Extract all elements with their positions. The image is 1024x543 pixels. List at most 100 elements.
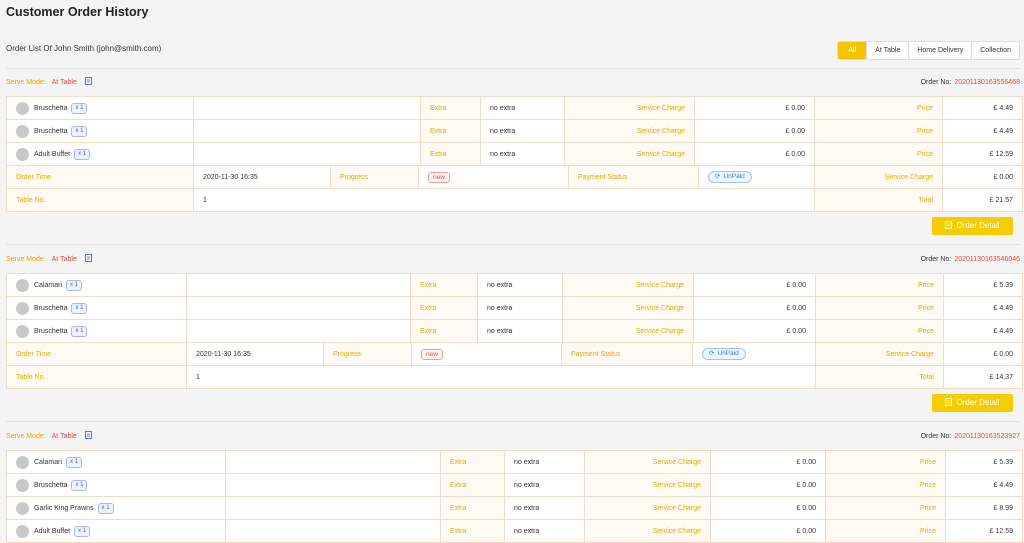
empty-cell (225, 450, 441, 474)
service-charge-total-value: £ 0.00 (943, 342, 1023, 366)
price-label: Price (825, 519, 946, 543)
price-label: Price (825, 496, 946, 520)
price-label: Price (814, 96, 943, 120)
avatar-placeholder-icon (16, 101, 29, 115)
extra-value: no extra (477, 273, 563, 297)
serve-mode-label: Serve Mode: (6, 256, 46, 263)
extra-label: Extra (410, 319, 478, 343)
item-cell: Adult Buffet x 1 (6, 142, 194, 166)
table-row: Bruschetta x 1 Extra no extra Service Cha… (6, 296, 1023, 320)
empty-cell (225, 496, 441, 520)
document-icon (945, 395, 953, 413)
order-number: Order No: 20201130163556468 (921, 76, 1020, 90)
item-name: Bruschetta (34, 481, 68, 489)
item-name: Bruschetta (34, 327, 68, 335)
extra-value: no extra (504, 496, 585, 520)
payment-status-cell: ⟳ UnPaid (698, 165, 815, 189)
order-no-label: Order No: (920, 433, 952, 440)
order-time-value: 2020-11-30 16:35 (186, 342, 324, 366)
avatar-placeholder-icon (16, 478, 29, 492)
quantity-badge: x 1 (71, 479, 88, 491)
extra-label: Extra (420, 119, 481, 143)
item-name: Calamari (34, 458, 63, 466)
service-charge-value: £ 0.00 (694, 119, 815, 143)
item-cell: Garlic King Prawns x 1 (6, 496, 226, 520)
service-charge-value: £ 0.00 (694, 142, 815, 166)
order-header: Serve Mode: At Table Order No: 2020113016… (6, 430, 1020, 444)
avatar-placeholder-icon (16, 324, 29, 338)
order-summary-table: Order Time 2020-11-30 16:35 Progress new… (6, 165, 1023, 212)
empty-cell (186, 296, 411, 320)
total-value: £ 14.37 (943, 365, 1023, 389)
divider (6, 421, 1020, 422)
table-row: Bruschetta x 1 Extra no extra Service Cha… (6, 319, 1023, 343)
table-no-value: 1 (186, 365, 816, 389)
refresh-icon: ⟳ (715, 173, 721, 180)
service-charge-value: £ 0.00 (710, 519, 826, 543)
payment-status-cell: ⟳ UnPaid (692, 342, 816, 366)
table-no-label: Table No. (6, 188, 194, 212)
price-value: £ 4.49 (945, 473, 1023, 497)
total-label: Total (815, 365, 944, 389)
quantity-badge: x 1 (66, 279, 83, 291)
progress-cell: new (411, 342, 562, 366)
quantity-badge: x 1 (71, 102, 88, 114)
price-value: £ 5.39 (943, 273, 1023, 297)
table-row: Bruschetta x 1 Extra no extra Service Cha… (6, 473, 1023, 497)
avatar-placeholder-icon (16, 124, 29, 138)
item-cell: Bruschetta x 1 (6, 296, 187, 320)
order-number: Order No: 20201130163523927 (921, 430, 1020, 444)
payment-status-label: Payment Status (568, 165, 699, 189)
price-label: Price (815, 319, 944, 343)
serve-mode-filter: All At Table Home Delivery Collection (837, 41, 1020, 60)
service-charge-total-value: £ 0.00 (942, 165, 1023, 189)
serve-mode-label: Serve Mode: (6, 79, 46, 86)
price-label: Price (825, 450, 946, 474)
service-charge-value: £ 0.00 (693, 319, 816, 343)
service-charge-label: Service Charge (564, 119, 695, 143)
quantity-badge: x 1 (74, 148, 91, 160)
order-table: Calamari x 1 Extra no extra Service Charg… (6, 273, 1023, 343)
progress-badge: new (421, 348, 443, 360)
extra-value: no extra (504, 450, 585, 474)
filter-collection-button[interactable]: Collection (971, 42, 1019, 59)
item-cell: Bruschetta x 1 (6, 96, 194, 120)
extra-label: Extra (440, 519, 505, 543)
quantity-badge: x 1 (74, 525, 91, 537)
document-icon[interactable] (84, 77, 92, 91)
document-icon[interactable] (84, 431, 92, 445)
extra-label: Extra (440, 473, 505, 497)
quantity-badge: x 1 (97, 502, 114, 514)
empty-cell (186, 319, 411, 343)
progress-cell: new (418, 165, 569, 189)
filter-all-button[interactable]: All (838, 42, 867, 59)
extra-label: Extra (440, 496, 505, 520)
order-detail-button[interactable]: Order Detail (932, 394, 1013, 412)
order-header: Serve Mode: At Table Order No: 2020113016… (6, 76, 1020, 90)
service-charge-label: Service Charge (562, 319, 694, 343)
table-row: Table No. 1 Total £ 14.37 (6, 365, 1023, 389)
filter-at-table-button[interactable]: At Table (866, 42, 908, 59)
empty-cell (193, 96, 421, 120)
extra-value: no extra (480, 119, 565, 143)
order-no-value: 20201130163556468 (954, 79, 1020, 86)
order-time-label: Order Time (6, 165, 194, 189)
order-detail-button[interactable]: Order Detail (932, 217, 1013, 235)
quantity-badge: x 1 (71, 325, 88, 337)
service-charge-label: Service Charge (584, 473, 711, 497)
service-charge-value: £ 0.00 (710, 473, 826, 497)
service-charge-label: Service Charge (564, 142, 695, 166)
quantity-badge: x 1 (66, 456, 83, 468)
item-cell: Adult Buffet x 1 (6, 519, 226, 543)
document-icon[interactable] (84, 254, 92, 268)
avatar-placeholder-icon (16, 147, 29, 161)
price-value: £ 4.49 (943, 296, 1023, 320)
item-cell: Calamari x 1 (6, 450, 226, 474)
table-row: Table No. 1 Total £ 21.57 (6, 188, 1023, 212)
order-table: Calamari x 1 Extra no extra Service Charg… (6, 450, 1023, 543)
filter-home-delivery-button[interactable]: Home Delivery (908, 42, 971, 59)
item-cell: Calamari x 1 (6, 273, 187, 297)
price-label: Price (814, 142, 943, 166)
table-row: Calamari x 1 Extra no extra Service Charg… (6, 273, 1023, 297)
order-detail-label: Order Detail (956, 398, 1000, 407)
